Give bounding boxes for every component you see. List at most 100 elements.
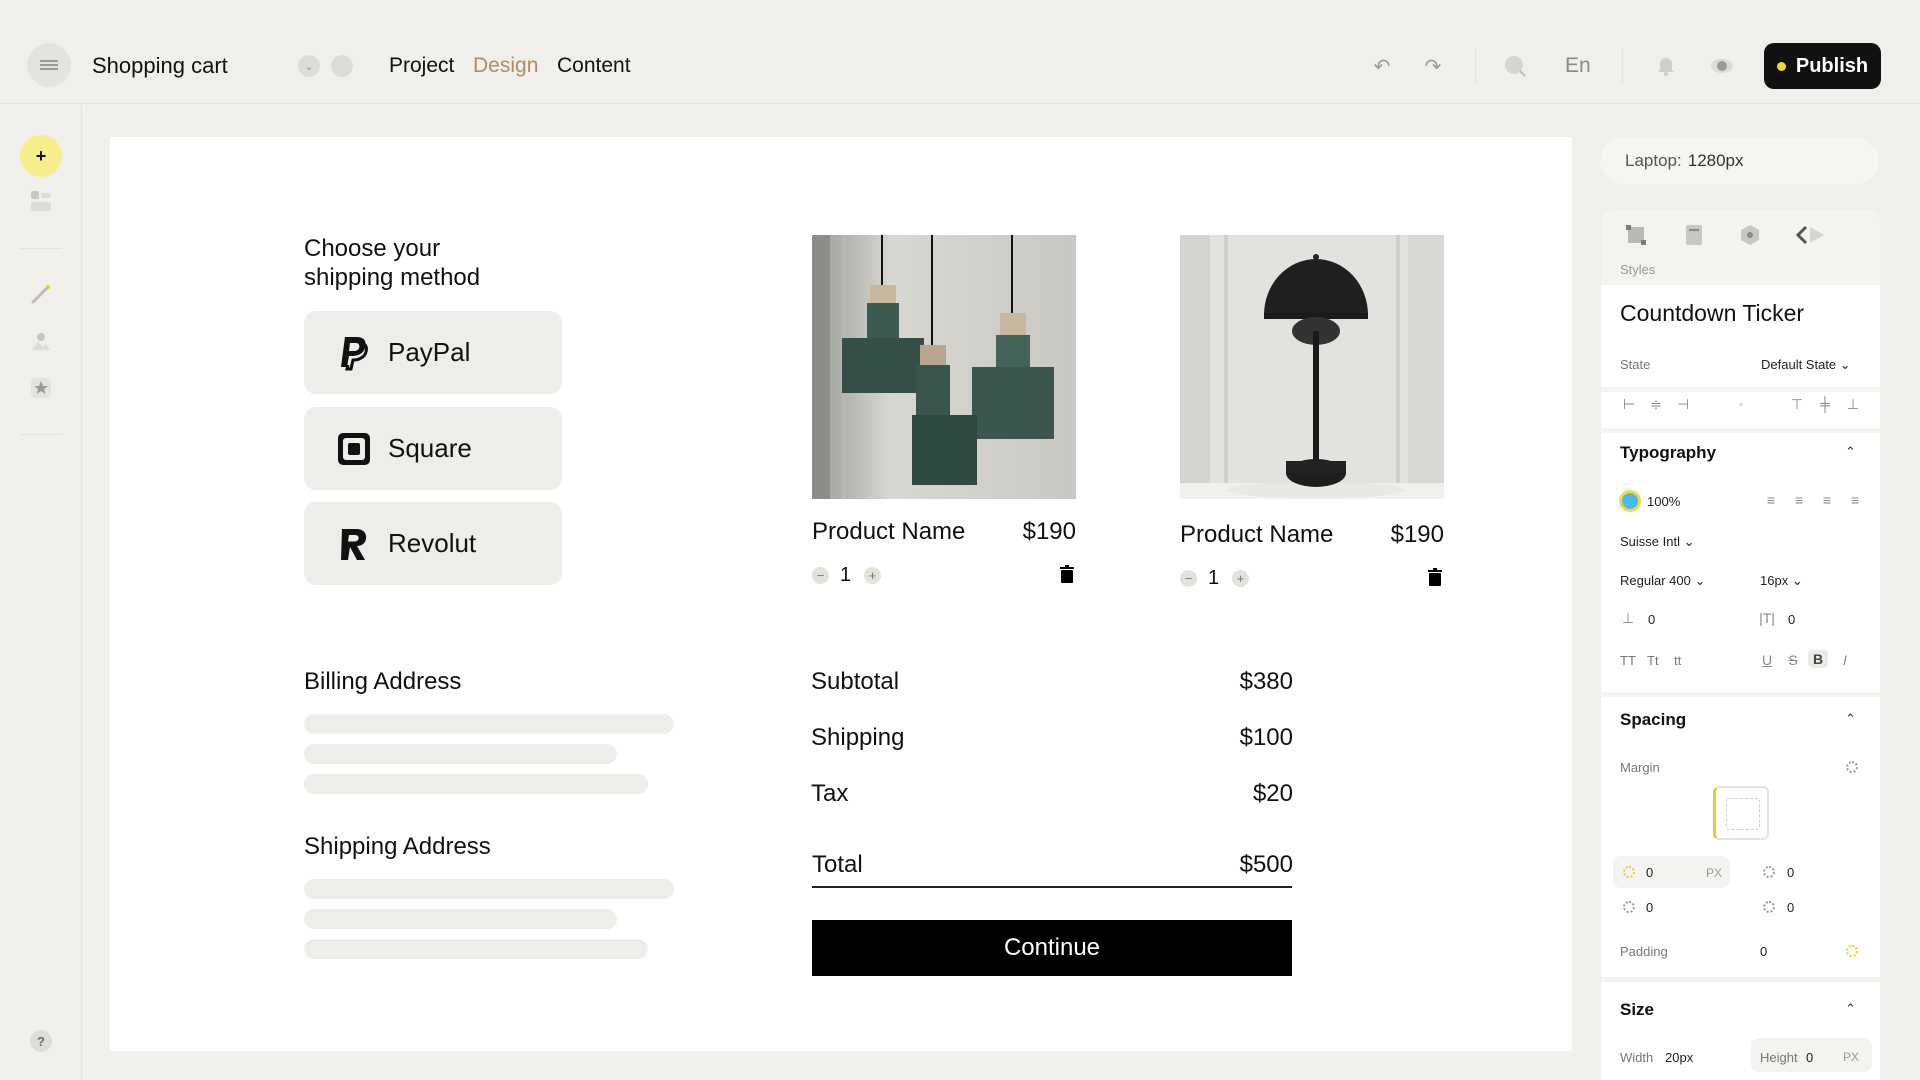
billing-line-2[interactable] [304,744,617,764]
product-1-price: $190 [1022,518,1076,545]
increase-quantity-button[interactable]: + [864,567,881,584]
font-size-select[interactable]: 16px ⌄ [1760,573,1803,589]
state-select[interactable]: Default State ⌄ [1761,357,1851,373]
letter-spacing-icon: |T| [1759,610,1775,626]
shipping-line-1[interactable] [304,879,674,899]
margin-right-value[interactable]: 0 [1787,865,1794,880]
magic-wand-icon[interactable] [27,280,55,308]
uppercase-option[interactable]: TT [1620,653,1636,668]
assets-icon[interactable] [27,327,55,355]
tab-design[interactable]: Design [473,54,538,78]
tab-styles-icon[interactable] [1623,222,1649,248]
revolut-label: Revolut [388,528,477,558]
page-options-button[interactable] [331,55,353,77]
paypal-label: PayPal [388,337,471,367]
letter-spacing-value[interactable]: 0 [1788,612,1795,627]
text-align-left-icon[interactable]: ≡ [1761,491,1781,509]
shipping-address-title: Shipping Address [304,833,491,860]
trash-icon[interactable] [1428,568,1442,586]
undo-icon[interactable]: ↶ [1368,52,1396,80]
bold-icon[interactable]: B [1808,650,1828,668]
payment-option-square[interactable]: Square [304,407,562,490]
distribute-icon[interactable]: • [1731,395,1751,413]
language-selector[interactable]: En [1565,54,1591,78]
align-bottom-icon[interactable]: ⊥ [1843,395,1863,413]
shipping-line-3[interactable] [304,939,648,959]
bell-icon[interactable] [1652,52,1680,80]
design-canvas[interactable]: Choose your shipping method PayPal Squar… [110,137,1572,1051]
square-label: Square [388,433,472,463]
chevron-down-icon[interactable]: ⌄ [298,55,320,77]
font-family-value: Suisse Intl [1620,534,1680,549]
align-left-icon[interactable]: ⊢ [1619,395,1639,413]
margin-box-widget[interactable] [1713,786,1769,840]
tab-project[interactable]: Project [389,54,454,78]
lowercase-option[interactable]: tt [1674,653,1681,668]
product-2-quantity: 1 [1208,567,1220,589]
italic-icon[interactable]: I [1835,651,1855,669]
payment-option-revolut[interactable]: Revolut [304,502,562,585]
star-icon[interactable] [27,374,55,402]
billing-line-1[interactable] [304,714,674,734]
height-value[interactable]: 0 [1806,1050,1813,1065]
revolut-icon [336,526,372,562]
total-label: Total [812,851,863,878]
align-center-icon[interactable]: ≑ [1646,395,1666,413]
text-justify-icon[interactable]: ≡ [1845,491,1865,509]
font-weight-value: Regular 400 [1620,573,1691,588]
add-element-button[interactable]: + [20,135,62,177]
margin-link-icon [1623,901,1635,913]
capitalize-option[interactable]: Tt [1647,653,1659,668]
margin-bottom-value[interactable]: 0 [1646,900,1653,915]
tab-component-icon[interactable] [1737,222,1763,248]
underline-icon[interactable]: U [1757,651,1777,669]
text-align-right-icon[interactable]: ≡ [1817,491,1837,509]
collapse-size-icon[interactable]: ⌃ [1845,1001,1856,1017]
link-padding-icon[interactable] [1846,945,1858,957]
payment-option-paypal[interactable]: PayPal [304,311,562,394]
font-weight-select[interactable]: Regular 400 ⌄ [1620,573,1705,589]
decrease-quantity-button[interactable]: − [1180,570,1197,587]
redo-icon[interactable]: ↷ [1419,52,1447,80]
typography-title: Typography [1620,443,1717,462]
square-icon [336,431,372,467]
tab-code-icon[interactable] [1793,222,1829,248]
align-top-icon[interactable]: ⊤ [1787,395,1807,413]
text-color-swatch[interactable] [1619,490,1641,512]
line-height-icon: ⊥ [1621,609,1635,626]
trash-icon[interactable] [1060,565,1074,583]
line-height-value[interactable]: 0 [1648,612,1655,627]
margin-top-value[interactable]: 0 [1646,865,1653,880]
decrease-quantity-button[interactable]: − [812,567,829,584]
search-icon[interactable] [1501,52,1529,80]
billing-line-3[interactable] [304,774,648,794]
collapse-spacing-icon[interactable]: ⌃ [1845,711,1856,727]
publish-button[interactable]: Publish [1764,43,1881,89]
state-label: State [1620,357,1651,372]
help-button[interactable]: ? [30,1030,52,1052]
continue-button[interactable]: Continue [812,920,1292,976]
increase-quantity-button[interactable]: + [1232,570,1249,587]
width-value[interactable]: 20px [1665,1050,1693,1065]
tab-page-icon[interactable] [1681,222,1707,248]
menu-button[interactable] [27,43,71,87]
text-align-center-icon[interactable]: ≡ [1789,491,1809,509]
strikethrough-icon[interactable]: S [1783,651,1803,669]
device-selector[interactable]: Laptop: 1280px [1600,138,1879,184]
align-right-icon[interactable]: ⊣ [1673,395,1693,413]
margin-left-value[interactable]: 0 [1787,900,1794,915]
tax-value: $20 [1252,780,1293,807]
layers-icon[interactable] [27,187,55,215]
billing-address-title: Billing Address [304,668,462,695]
shipping-line-2[interactable] [304,909,617,929]
tab-content[interactable]: Content [557,54,631,78]
padding-value[interactable]: 0 [1760,944,1767,959]
align-middle-icon[interactable]: ╪ [1815,395,1835,413]
opacity-value[interactable]: 100% [1647,494,1680,509]
publish-label: Publish [1795,54,1869,77]
preview-eye-icon[interactable] [1708,52,1736,80]
link-margins-icon[interactable] [1846,761,1858,773]
height-unit: PX [1843,1050,1860,1064]
font-family-select[interactable]: Suisse Intl ⌄ [1620,534,1695,550]
collapse-typography-icon[interactable]: ⌃ [1845,444,1856,460]
